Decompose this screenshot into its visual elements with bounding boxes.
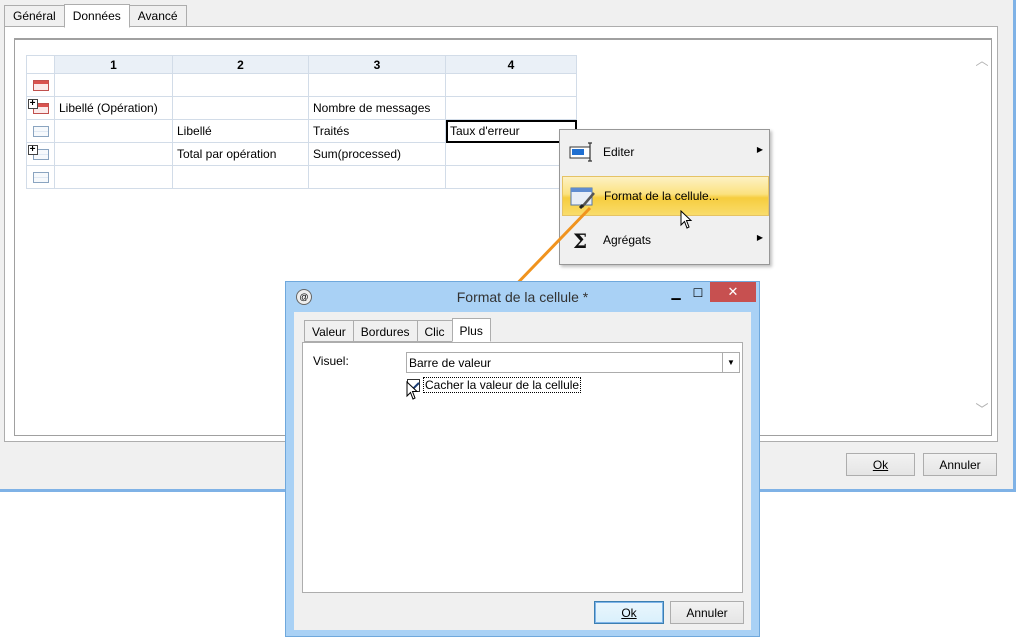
expand-row-icon	[27, 99, 49, 115]
corner-cell	[26, 55, 55, 74]
grid-cell[interactable]: Libellé (Opération)	[54, 96, 173, 120]
tab-valeur[interactable]: Valeur	[304, 320, 354, 342]
row-header[interactable]	[26, 119, 55, 143]
grid-cell[interactable]	[54, 73, 173, 97]
menu-item-editer[interactable]: Editer ▶	[562, 133, 769, 173]
row-header[interactable]	[26, 165, 55, 189]
mouse-cursor-icon	[680, 210, 693, 229]
row-header[interactable]	[26, 142, 55, 166]
grid-cell[interactable]	[308, 73, 446, 97]
selected-grid-cell[interactable]: Taux d'erreur	[445, 119, 577, 143]
grid-cell[interactable]: Nombre de messages	[308, 96, 446, 120]
tab-avance[interactable]: Avancé	[128, 5, 187, 27]
layout-grid: 1 2 3 4 Libellé (Opération) Nombre de me…	[26, 55, 577, 189]
menu-item-label: Agrégats	[603, 233, 652, 247]
column-header[interactable]: 2	[172, 55, 309, 74]
grid-cell[interactable]: Traités	[308, 119, 446, 143]
vertical-scrollbar[interactable]: ︿ ﹀	[973, 40, 991, 435]
format-cell-dialog: @ Format de la cellule * ▁ ☐ ✕ Valeur Bo…	[285, 281, 760, 637]
table-row: Libellé Traités Taux d'erreur	[26, 119, 577, 143]
grid-cell[interactable]: Libellé	[172, 119, 309, 143]
dialog-ok-button[interactable]: Ok	[594, 601, 664, 624]
column-header[interactable]: 4	[445, 55, 577, 74]
total-row-icon	[27, 145, 49, 161]
hide-value-label[interactable]: Cacher la valeur de la cellule	[423, 377, 582, 393]
grid-cell[interactable]	[445, 96, 577, 120]
menu-item-label: Editer	[603, 145, 635, 159]
close-icon[interactable]: ✕	[710, 282, 756, 302]
tab-donnees[interactable]: Données	[63, 4, 130, 28]
menu-item-agregats[interactable]: Σ Agrégats ▶	[562, 221, 769, 261]
chevron-down-icon[interactable]: ▼	[722, 353, 739, 372]
submenu-arrow-icon: ▶	[756, 145, 763, 154]
row-header[interactable]	[26, 96, 55, 120]
dialog-tabbar: Valeur Bordures Clic Plus	[304, 318, 491, 342]
grid-cell[interactable]	[172, 165, 309, 189]
tab-plus[interactable]: Plus	[451, 318, 491, 342]
column-header[interactable]: 3	[308, 55, 446, 74]
table-row: Total par opération Sum(processed)	[26, 142, 577, 166]
format-cell-icon	[570, 185, 596, 210]
grid-cell[interactable]	[172, 96, 309, 120]
tab-general[interactable]: Général	[4, 5, 65, 27]
table-row	[26, 73, 577, 97]
grid-cell[interactable]	[445, 142, 577, 166]
main-tabbar: Général Données Avancé	[4, 4, 187, 28]
minimize-icon[interactable]: ▁	[666, 286, 686, 306]
column-header[interactable]: 1	[54, 55, 173, 74]
grid-header-row: 1 2 3 4	[26, 55, 577, 74]
visuel-label: Visuel:	[313, 354, 349, 368]
edit-cell-icon	[569, 141, 595, 165]
sigma-icon: Σ	[569, 229, 595, 253]
grid-cell[interactable]	[172, 73, 309, 97]
table-row	[26, 165, 577, 189]
grid-cell[interactable]: Total par opération	[172, 142, 309, 166]
menu-item-label: Format de la cellule...	[604, 189, 719, 203]
table-row: Libellé (Opération) Nombre de messages	[26, 96, 577, 120]
menu-item-format-cellule[interactable]: Format de la cellule...	[562, 176, 769, 216]
scroll-down-icon[interactable]: ﹀	[975, 403, 989, 417]
grid-cell[interactable]	[54, 119, 173, 143]
visuel-select-value: Barre de valeur	[409, 356, 492, 370]
dialog-cancel-button[interactable]: Annuler	[670, 601, 744, 624]
main-ok-label: Ok	[872, 457, 889, 472]
context-menu: Editer ▶ Format de la cellule... Σ Agrég…	[559, 129, 770, 265]
tab-bordures[interactable]: Bordures	[352, 320, 418, 342]
dialog-ok-label: Ok	[621, 605, 637, 620]
grid-cell[interactable]	[308, 165, 446, 189]
scroll-up-icon[interactable]: ︿	[975, 54, 989, 68]
mouse-cursor-icon	[406, 381, 419, 400]
row-header[interactable]	[26, 73, 55, 97]
dialog-body: Valeur Bordures Clic Plus Visuel: Barre …	[294, 312, 751, 630]
hide-value-option[interactable]: Cacher la valeur de la cellule	[407, 377, 582, 393]
grid-cell[interactable]	[445, 165, 577, 189]
plus-panel: Visuel: Barre de valeur ▼ Cacher la vale…	[302, 342, 743, 593]
grid-cell[interactable]	[54, 165, 173, 189]
header-row-icon	[32, 80, 49, 92]
main-cancel-label: Annuler	[939, 457, 981, 472]
data-row-icon	[32, 126, 49, 138]
submenu-arrow-icon: ▶	[756, 233, 763, 242]
dialog-cancel-label: Annuler	[686, 605, 728, 620]
svg-text:Σ: Σ	[573, 229, 587, 253]
grid-cell[interactable]	[54, 142, 173, 166]
main-ok-button[interactable]: Ok	[846, 453, 915, 476]
tab-clic[interactable]: Clic	[416, 320, 453, 342]
main-cancel-button[interactable]: Annuler	[923, 453, 997, 476]
visuel-select[interactable]: Barre de valeur ▼	[406, 352, 740, 373]
grid-cell[interactable]: Sum(processed)	[308, 142, 446, 166]
maximize-icon[interactable]: ☐	[688, 286, 708, 306]
grid-cell[interactable]	[445, 73, 577, 97]
footer-row-icon	[32, 172, 49, 184]
